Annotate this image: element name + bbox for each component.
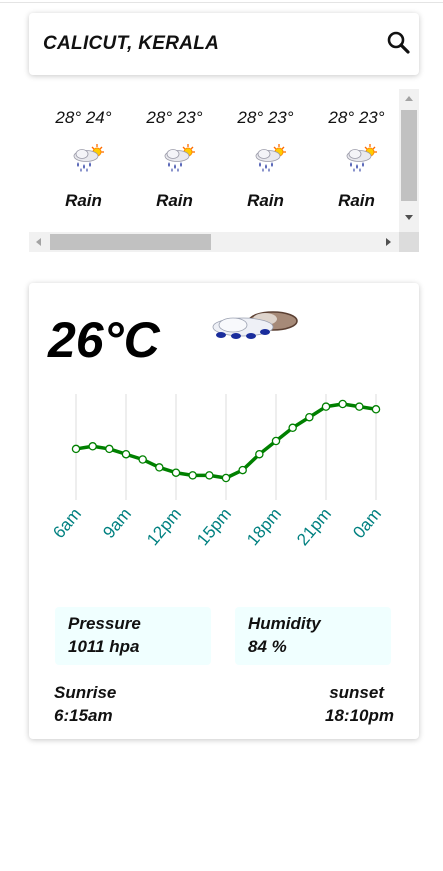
sunrise-label: Sunrise [54, 683, 117, 702]
search-icon[interactable] [385, 29, 413, 57]
data-point [221, 473, 231, 483]
forecast-day[interactable]: 28° 23° Rain [220, 89, 311, 232]
scrollbar-corner [399, 232, 419, 252]
humidity-value: 84 % [248, 637, 287, 656]
data-point [105, 444, 114, 454]
forecast-day[interactable]: 28° 23° Rain [311, 89, 399, 232]
data-point [71, 444, 81, 454]
rain-icon [71, 143, 105, 173]
data-point [171, 468, 181, 477]
forecast-temp: 28° 23° [328, 108, 385, 127]
rain-icon [253, 143, 287, 173]
data-point [355, 402, 364, 411]
forecast-day[interactable]: 28° 23° Rain [129, 89, 220, 232]
forecast-track: 28° 24° Rain 28° 23° Rain 28° 23° Rain 2… [29, 89, 399, 232]
sunrise-time: 6:15am [54, 706, 113, 725]
data-point [271, 436, 281, 446]
data-point [321, 402, 331, 411]
forecast-scroller[interactable]: 28° 24° Rain 28° 23° Rain 28° 23° Rain 2… [29, 89, 419, 252]
data-point [155, 463, 164, 472]
scroll-up-icon[interactable] [405, 96, 413, 101]
city-name[interactable]: CALICUT, KERALA [43, 33, 219, 55]
pressure-label: Pressure [68, 614, 141, 633]
data-point [188, 471, 197, 480]
forecast-day[interactable]: 28° 24° Rain [38, 89, 129, 232]
data-point [255, 449, 264, 459]
x-tick-label: 9am [99, 504, 135, 542]
scroll-right-icon[interactable] [386, 238, 391, 246]
data-point [238, 465, 247, 475]
data-point [121, 449, 131, 459]
forecast-condition: Rain [156, 191, 193, 210]
rain-icon [162, 143, 196, 173]
forecast-temp: 28° 24° [55, 108, 112, 127]
forecast-temp: 28° 23° [237, 108, 294, 127]
current-temperature: 26°C [48, 312, 160, 368]
forecast-temp: 28° 23° [146, 108, 203, 127]
scroll-left-icon[interactable] [36, 238, 41, 246]
humidity-box: Humidity 84 % [235, 607, 391, 665]
data-point [371, 405, 381, 414]
x-tick-label: 15pm [193, 504, 235, 549]
data-point [288, 423, 297, 433]
vertical-scrollbar[interactable] [399, 89, 419, 232]
data-point [338, 399, 347, 409]
sunset-label: sunset [329, 683, 384, 702]
data-point [305, 412, 314, 422]
horizontal-scroll-thumb[interactable] [50, 234, 211, 250]
rain-icon [344, 143, 378, 173]
x-tick-label: 18pm [243, 504, 285, 549]
data-point [138, 455, 147, 464]
horizontal-scrollbar[interactable] [29, 232, 399, 252]
temperature-chart: 6am 9am 12pm 15pm 18pm 21pm 0am [49, 394, 385, 549]
forecast-condition: Rain [65, 191, 102, 210]
forecast-condition: Rain [338, 191, 375, 210]
top-divider [0, 2, 443, 3]
cloud-icon [207, 308, 299, 342]
vertical-scroll-thumb[interactable] [401, 110, 417, 201]
pressure-value: 1011 hpa [68, 637, 140, 656]
x-tick-label: 21pm [293, 504, 335, 549]
data-point [205, 471, 214, 480]
x-tick-label: 12pm [143, 504, 185, 549]
pressure-box: Pressure 1011 hpa [55, 607, 211, 665]
x-tick-label: 0am [349, 504, 385, 542]
forecast-condition: Rain [247, 191, 284, 210]
search-card: CALICUT, KERALA [29, 13, 419, 75]
current-weather-card: 26°C 6am 9am 12pm 15pm 18pm 21pm 0am Pressure … [29, 283, 419, 739]
data-point [88, 442, 97, 451]
scroll-down-icon[interactable] [405, 215, 413, 220]
x-tick-label: 6am [49, 504, 85, 542]
sunset-time: 18:10pm [325, 706, 394, 725]
humidity-label: Humidity [248, 614, 321, 633]
